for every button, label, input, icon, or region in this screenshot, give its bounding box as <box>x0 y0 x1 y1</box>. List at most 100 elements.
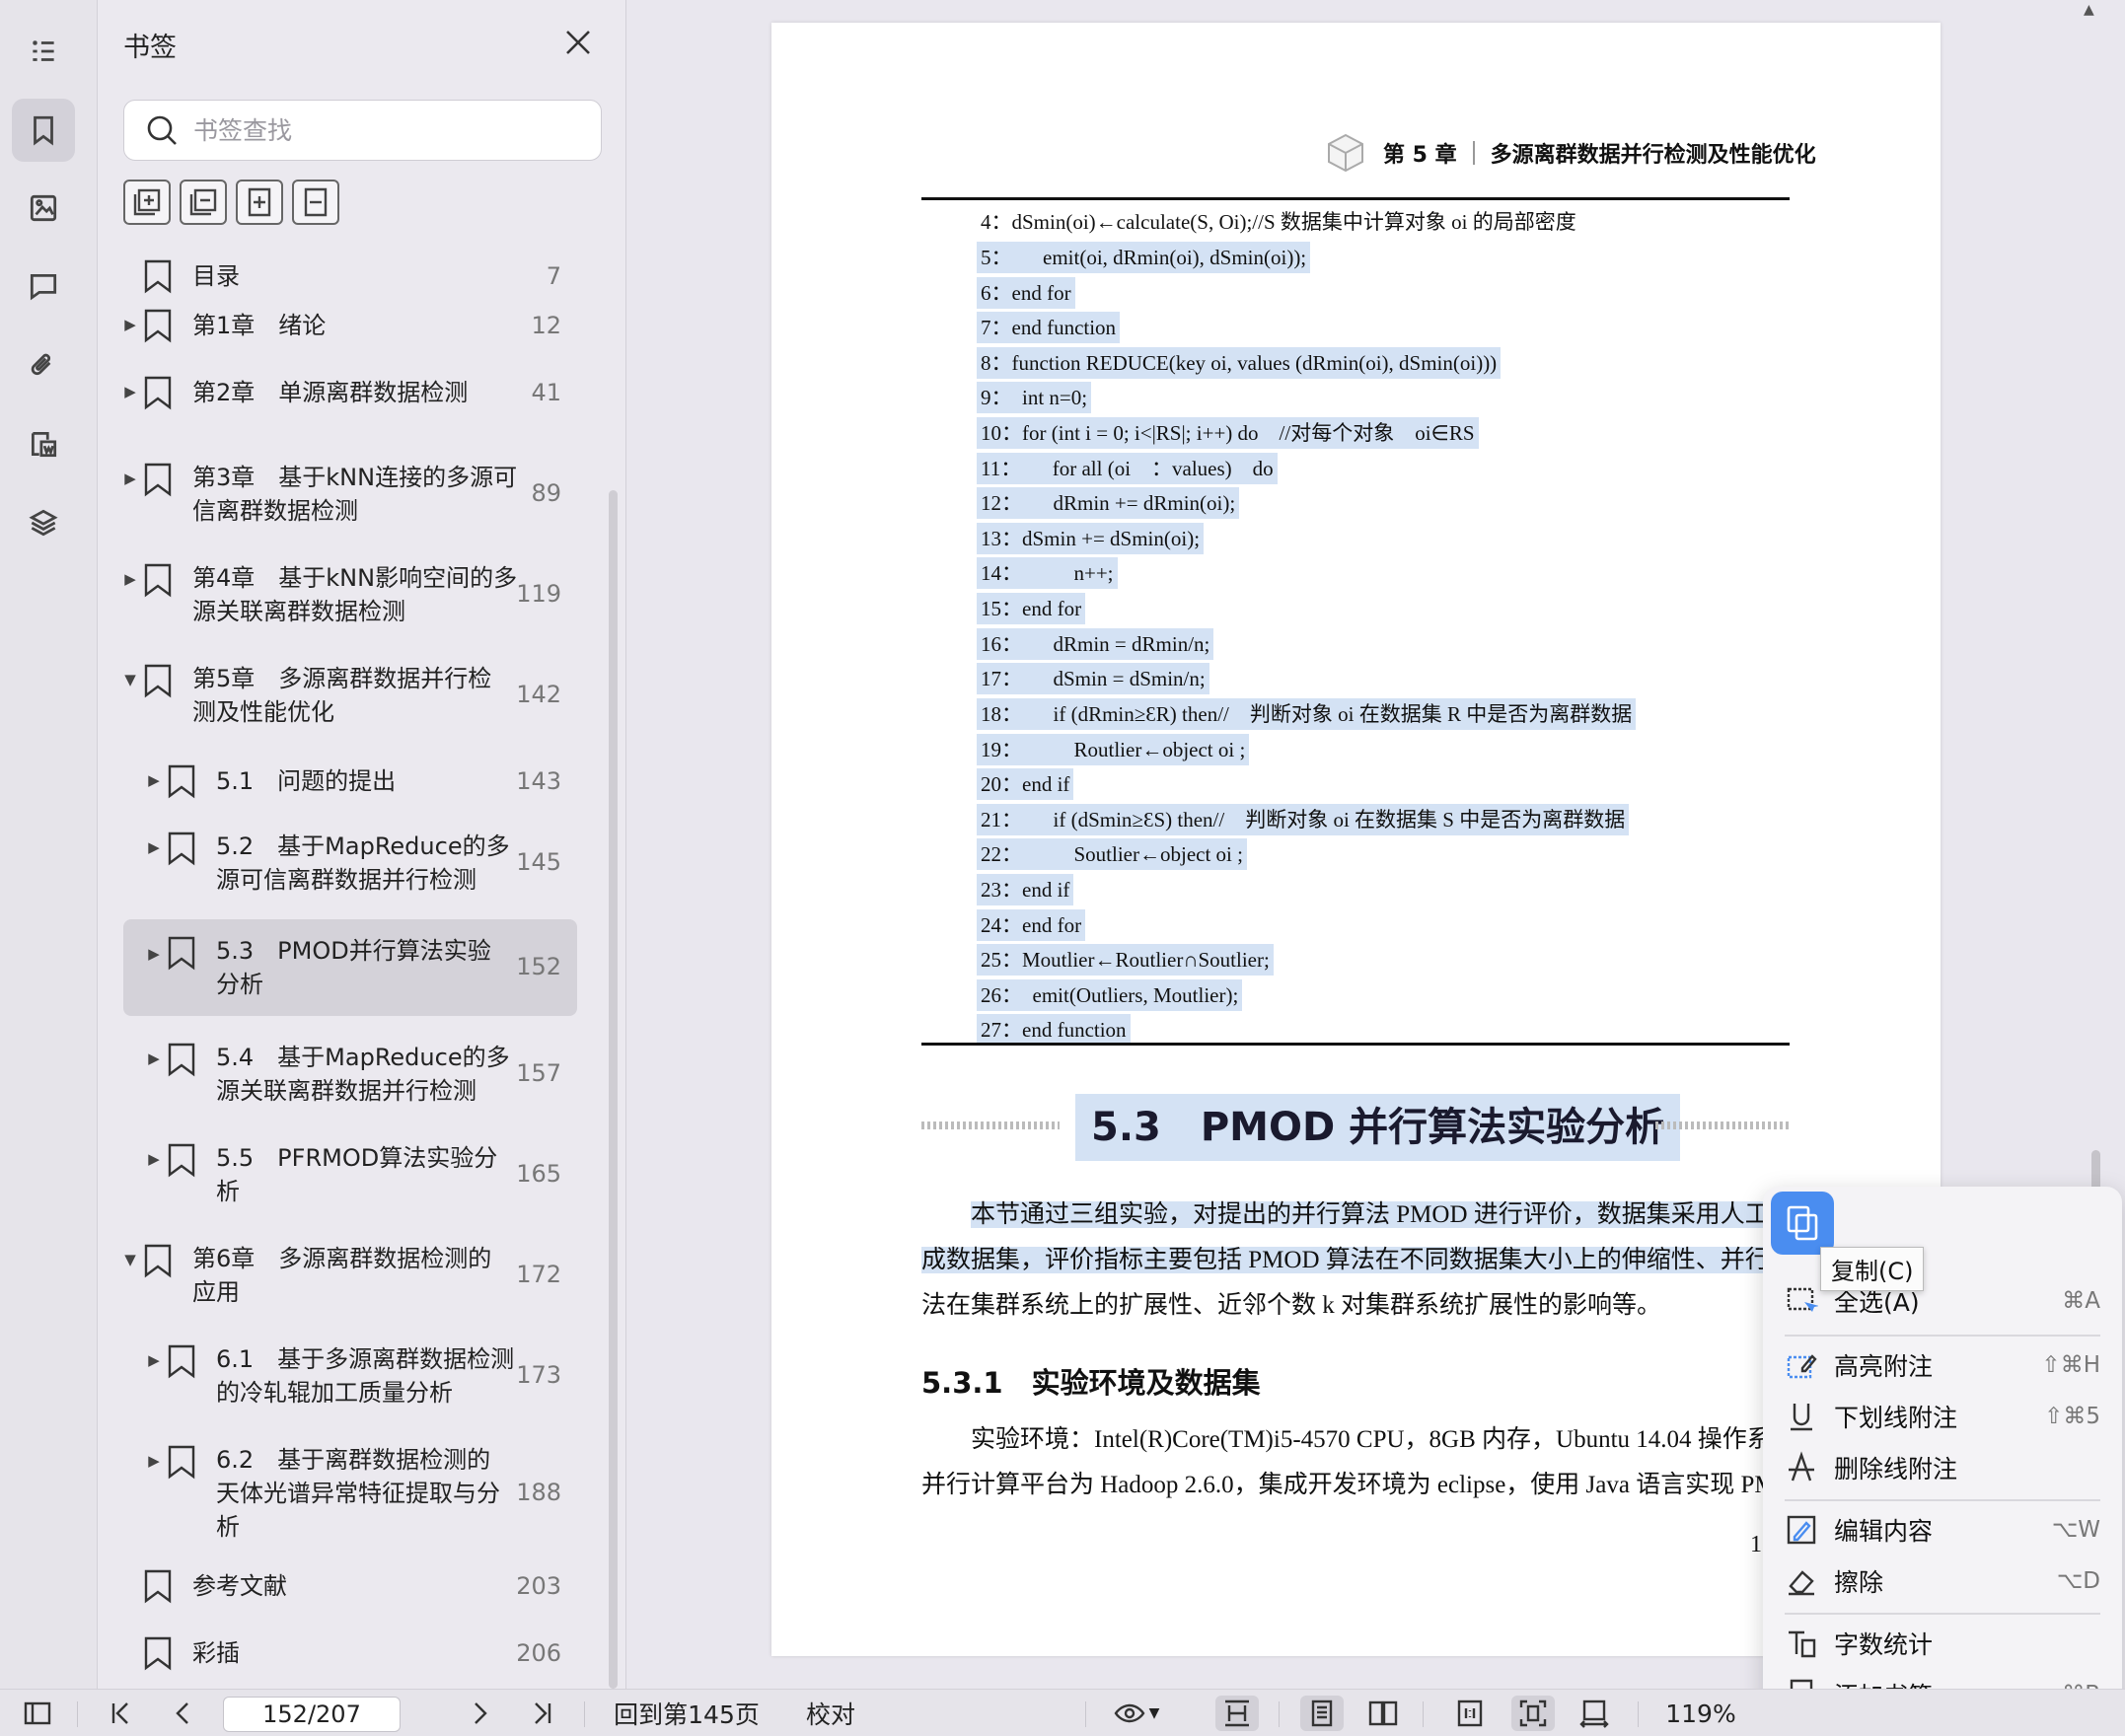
bookmark-item-selected[interactable]: ▶ 5.3 PMOD并行算法实验 分析 152 <box>123 919 577 1016</box>
expand-triangle-icon[interactable]: ▶ <box>147 1351 161 1369</box>
bookmark-search-input[interactable] <box>193 115 568 145</box>
sidebar-toggle-icon[interactable] <box>18 1696 57 1731</box>
copy-button[interactable] <box>1771 1192 1834 1255</box>
proofread-button[interactable]: 校对 <box>801 1696 860 1731</box>
code-line[interactable]: 25：Moutlier←Routlier∩Soutlier; <box>977 944 1274 976</box>
scroll-up-icon[interactable]: ▲ <box>2084 2 2094 18</box>
code-line[interactable]: 10：for (int i = 0; i<|RS|; i++) do //对每个… <box>977 417 1479 449</box>
expand-triangle-icon[interactable]: ▶ <box>147 771 161 789</box>
panel-scrollbar[interactable] <box>609 490 618 1689</box>
paragraph-line[interactable]: 本节通过三组实验，对提出的并行算法 PMOD 进行评价，数据集采用人工 <box>971 1201 1770 1228</box>
bookmark-item[interactable]: ▶ 第2章 单源离群数据检测 41 <box>123 369 577 416</box>
bookmark-item[interactable]: ▶ 5.4 基于MapReduce的多 源关联离群数据并行检测 157 <box>123 1034 577 1113</box>
bookmark-item[interactable]: ▶ 5.2 基于MapReduce的多 源可信离群数据并行检测 145 <box>123 823 577 902</box>
subsection-title[interactable]: 5.3.1 实验环境及数据集 <box>921 1360 1261 1402</box>
outline-icon[interactable] <box>12 20 75 83</box>
zoom-level[interactable]: 119% <box>1661 1696 1740 1731</box>
code-line[interactable]: 24：end for <box>977 909 1086 941</box>
collapse-triangle-icon[interactable]: ▼ <box>123 1251 137 1268</box>
expand-triangle-icon[interactable]: ▶ <box>147 945 161 963</box>
paragraph[interactable]: 本节通过三组实验，对提出的并行算法 PMOD 进行评价，数据集采用人工 成数据集… <box>921 1193 1790 1329</box>
code-line[interactable]: 23：end if <box>977 874 1074 905</box>
actual-size-icon[interactable] <box>1448 1696 1492 1731</box>
comment-icon[interactable] <box>12 254 75 318</box>
code-line[interactable]: 7：end function <box>977 312 1121 343</box>
code-line[interactable]: 22： Soutlier←object oi ; <box>977 838 1247 870</box>
paragraph-line[interactable]: 实验环境：Intel(R)Core(TM)i5-4570 CPU，8GB 内存，… <box>921 1417 1790 1463</box>
code-line[interactable]: 5： emit(oi, dRmin(oi), dSmin(oi)); <box>977 242 1311 273</box>
add-bookmark-button[interactable] <box>236 180 283 225</box>
code-line[interactable]: 4：dSmin(oi)←calculate(S, Oi);//S 数据集中计算对… <box>977 206 1580 238</box>
goto-page-button[interactable]: 回到第145页 <box>608 1696 766 1731</box>
collapse-triangle-icon[interactable]: ▼ <box>123 671 137 688</box>
section-title[interactable]: 5.3 PMOD 并行算法实验分析 <box>1075 1094 1681 1161</box>
bookmark-item[interactable]: ▶ 第3章 基于kNN连接的多源可 信离群数据检测 89 <box>123 454 577 533</box>
signature-icon[interactable] <box>12 412 75 475</box>
first-page-icon[interactable] <box>101 1696 140 1731</box>
code-line[interactable]: 15：end for <box>977 593 1086 624</box>
continuous-scroll-icon[interactable] <box>1215 1696 1259 1731</box>
menu-erase[interactable]: 擦除 ⌥D <box>1763 1555 2122 1607</box>
menu-word-count[interactable]: 字数统计 <box>1763 1618 2122 1669</box>
expand-triangle-icon[interactable]: ▶ <box>123 316 137 333</box>
bookmark-item[interactable]: ▼ 第6章 多源离群数据检测的 应用 172 <box>123 1235 577 1314</box>
single-page-icon[interactable] <box>1300 1696 1344 1731</box>
two-page-icon[interactable] <box>1361 1696 1405 1731</box>
code-line[interactable]: 27：end function <box>977 1014 1131 1046</box>
bookmark-item[interactable]: ▶ 6.1 基于多源离群数据检测 的冷轧辊加工质量分析 173 <box>123 1336 577 1414</box>
expand-triangle-icon[interactable]: ▶ <box>147 1150 161 1168</box>
fit-width-icon[interactable] <box>1573 1696 1616 1731</box>
bookmark-search[interactable] <box>123 100 602 161</box>
code-line[interactable]: 19： Routlier←object oi ; <box>977 734 1250 765</box>
paragraph-line[interactable]: 成数据集，评价指标主要包括 PMOD 算法在不同数据集大小上的伸缩性、并行 <box>921 1247 1770 1273</box>
paragraph[interactable]: 实验环境：Intel(R)Core(TM)i5-4570 CPU，8GB 内存，… <box>921 1417 1790 1508</box>
next-page-icon[interactable] <box>460 1696 499 1731</box>
expand-triangle-icon[interactable]: ▶ <box>147 1049 161 1067</box>
bookmark-item[interactable]: ▶ 5.1 问题的提出 143 <box>123 758 577 805</box>
fit-page-icon[interactable] <box>1511 1696 1555 1731</box>
expand-triangle-icon[interactable]: ▶ <box>123 470 137 487</box>
bookmark-item[interactable]: 参考文献 203 <box>123 1562 577 1610</box>
close-icon[interactable] <box>561 26 595 59</box>
paragraph-line[interactable]: 并行计算平台为 Hadoop 2.6.0，集成开发环境为 eclipse，使用 … <box>921 1463 1790 1508</box>
view-mode-dropdown[interactable]: ▼ <box>1107 1696 1166 1731</box>
paragraph-line[interactable]: 法在集群系统上的扩展性、近邻个数 k 对集群系统扩展性的影响等。 <box>921 1292 1661 1319</box>
page-number-input[interactable] <box>223 1697 401 1732</box>
menu-edit-content[interactable]: 编辑内容 ⌥W <box>1763 1504 2122 1555</box>
layers-icon[interactable] <box>12 491 75 554</box>
menu-select-all[interactable]: 全选(A) ⌘A <box>1763 1275 2122 1327</box>
bookmark-item[interactable]: ▼ 第5章 多源离群数据并行检 测及性能优化 142 <box>123 655 577 734</box>
bookmark-item[interactable]: ▶ 6.2 基于离群数据检测的 天体光谱异常特征提取与分 析 188 <box>123 1436 577 1549</box>
code-line[interactable]: 18： if (dRmin≥ƐR) then// 判断对象 oi 在数据集 R … <box>977 698 1637 730</box>
expand-triangle-icon[interactable]: ▶ <box>147 838 161 856</box>
bookmark-panel-icon[interactable] <box>12 99 75 162</box>
code-line[interactable]: 20：end if <box>977 768 1074 800</box>
bookmark-item[interactable]: 目录 7 <box>123 253 577 300</box>
thumbnail-icon[interactable] <box>12 177 75 240</box>
remove-bookmark-button[interactable] <box>292 180 339 225</box>
code-line[interactable]: 11： for all (oi ：values) do <box>977 453 1278 484</box>
expand-triangle-icon[interactable]: ▶ <box>123 383 137 400</box>
bookmark-item[interactable]: ▶ 第4章 基于kNN影响空间的多 源关联离群数据检测 119 <box>123 554 577 633</box>
menu-highlight-note[interactable]: 高亮附注 ⇧⌘H <box>1763 1339 2122 1391</box>
code-line[interactable]: 9： int n=0; <box>977 382 1092 413</box>
code-line[interactable]: 6：end for <box>977 277 1075 309</box>
code-line[interactable]: 16： dRmin = dRmin/n; <box>977 628 1214 660</box>
code-line[interactable]: 12： dRmin += dRmin(oi); <box>977 487 1240 519</box>
bookmark-item[interactable]: 彩插 206 <box>123 1629 577 1677</box>
expand-triangle-icon[interactable]: ▶ <box>147 1452 161 1470</box>
last-page-icon[interactable] <box>523 1696 562 1731</box>
code-line[interactable]: 17： dSmin = dSmin/n; <box>977 663 1209 694</box>
menu-strikethrough-note[interactable]: 删除线附注 <box>1763 1442 2122 1493</box>
code-line[interactable]: 14： n++; <box>977 557 1118 589</box>
code-line[interactable]: 26： emit(Outliers, Moutlier); <box>977 979 1243 1011</box>
bookmark-item[interactable]: ▶ 5.5 PFRMOD算法实验分 析 165 <box>123 1134 577 1213</box>
code-line[interactable]: 13：dSmin += dSmin(oi); <box>977 523 1205 554</box>
attachment-icon[interactable] <box>12 333 75 397</box>
bookmark-item[interactable]: ▶ 第1章 绪论 12 <box>123 302 577 349</box>
expand-triangle-icon[interactable]: ▶ <box>123 570 137 588</box>
collapse-all-button[interactable] <box>180 180 227 225</box>
expand-all-button[interactable] <box>123 180 171 225</box>
prev-page-icon[interactable] <box>164 1696 203 1731</box>
code-line[interactable]: 8：function REDUCE(key oi, values (dRmin(… <box>977 347 1502 379</box>
